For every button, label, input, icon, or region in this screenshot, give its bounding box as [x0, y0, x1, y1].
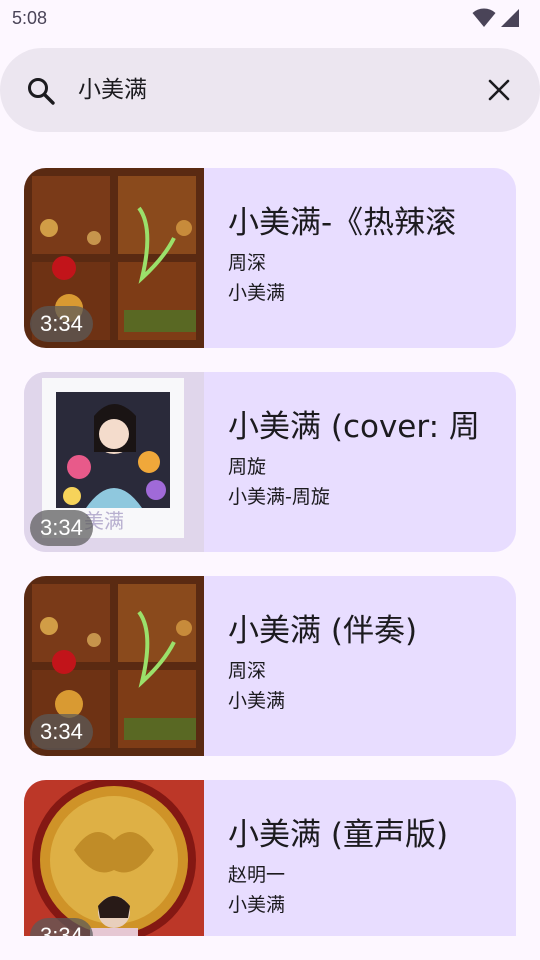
song-album: 小美满	[228, 894, 286, 916]
status-time: 5:08	[12, 7, 48, 28]
song-thumbnail: 3:34	[24, 780, 204, 936]
song-info: 小美满-《热辣滚 周深 小美满	[204, 168, 516, 348]
song-artist: 周深	[228, 252, 267, 274]
result-card[interactable]: 3:34 小美满 (童声版) 赵明一 小美满	[24, 780, 516, 936]
status-icons	[472, 8, 520, 28]
search-bar[interactable]: 小美满	[0, 48, 540, 132]
song-thumbnail: 3:34	[24, 576, 204, 756]
song-info: 小美满 (cover: 周 周旋 小美满-周旋	[204, 372, 516, 552]
song-thumbnail: 美满 3:34	[24, 372, 204, 552]
result-card[interactable]: 3:34 小美满-《热辣滚 周深 小美满	[24, 168, 516, 348]
duration-badge: 3:34	[30, 510, 93, 546]
song-album: 小美满	[228, 282, 286, 304]
song-title: 小美满-《热辣滚	[228, 205, 457, 241]
cell-signal-icon	[501, 9, 519, 27]
search-input[interactable]: 小美满	[78, 74, 147, 106]
close-icon[interactable]	[486, 77, 512, 103]
result-card[interactable]: 美满 3:34 小美满 (cover: 周 周旋 小美满-周旋	[24, 372, 516, 552]
duration-badge: 3:34	[30, 306, 93, 342]
song-artist: 周旋	[228, 456, 267, 478]
duration-badge: 3:34	[30, 918, 93, 936]
song-info: 小美满 (伴奏) 周深 小美满	[204, 576, 516, 756]
album-art-image	[24, 780, 204, 936]
search-icon[interactable]	[26, 76, 56, 106]
wifi-icon	[472, 8, 496, 27]
status-bar: 5:08	[0, 0, 540, 36]
duration-badge: 3:34	[30, 714, 93, 750]
song-album: 小美满-周旋	[228, 486, 330, 508]
song-title: 小美满 (cover: 周	[228, 409, 480, 445]
result-card[interactable]: 3:34 小美满 (伴奏) 周深 小美满	[24, 576, 516, 756]
song-artist: 周深	[228, 660, 267, 682]
song-thumbnail: 3:34	[24, 168, 204, 348]
song-title: 小美满 (童声版)	[228, 817, 449, 853]
song-artist: 赵明一	[228, 864, 286, 886]
song-album: 小美满	[228, 690, 286, 712]
song-info: 小美满 (童声版) 赵明一 小美满	[204, 780, 516, 936]
song-title: 小美满 (伴奏)	[228, 613, 418, 649]
results-list: 3:34 小美满-《热辣滚 周深 小美满 美满 3:34 小美满 (cover:…	[24, 168, 516, 936]
